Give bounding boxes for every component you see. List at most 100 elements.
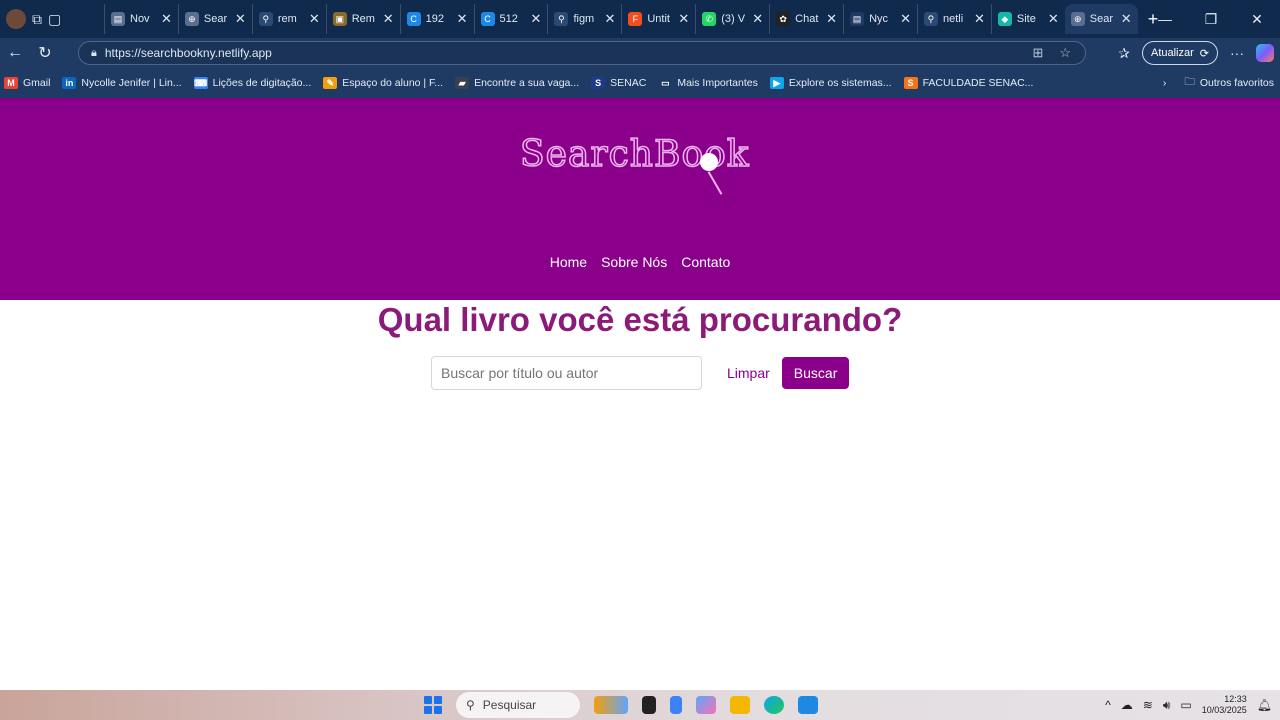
browser-toolbar: ← ↻ 🔒︎ https://searchbookny.netlify.app … — [0, 38, 1280, 68]
address-bar[interactable]: 🔒︎ https://searchbookny.netlify.app ⊞ ☆ — [78, 41, 1086, 65]
toolbar-right: ✰ Atualizar ⟳ ··· — [1118, 41, 1274, 65]
close-tab-icon[interactable]: ✕ — [531, 11, 542, 27]
vscode-icon[interactable] — [798, 696, 818, 714]
browser-tab[interactable]: ⚲ netli ✕ — [916, 4, 991, 34]
file-explorer-icon[interactable] — [730, 696, 750, 714]
address-bar-actions: ⊞ ☆ — [1032, 45, 1071, 61]
tab-title: Sear — [203, 13, 228, 25]
close-tab-icon[interactable]: ✕ — [900, 11, 911, 27]
bookmarks-bar-right: › 🗀︎ Outros favoritos — [1163, 68, 1274, 98]
bookmark-item[interactable]: in Nycolle Jenifer | Lin... — [62, 77, 182, 89]
bookmark-item[interactable]: ▭ Mais Importantes — [658, 77, 758, 89]
browser-tab[interactable]: ▤ Nyc ✕ — [843, 4, 917, 34]
senac-icon: S — [903, 77, 918, 89]
tab-title: Chat — [795, 13, 819, 25]
restore-button[interactable]: ❐ — [1188, 11, 1234, 28]
close-tab-icon[interactable]: ✕ — [161, 11, 172, 27]
browser-tab[interactable]: ✆ (3) V ✕ — [695, 4, 769, 34]
other-favorites[interactable]: 🗀︎ Outros favoritos — [1184, 74, 1274, 92]
copilot-icon[interactable] — [1256, 44, 1274, 62]
battery-icon[interactable]: ▭ — [1180, 698, 1191, 712]
notepad-icon[interactable] — [670, 696, 682, 714]
bookmark-item[interactable]: S SENAC — [591, 77, 646, 89]
close-tab-icon[interactable]: ✕ — [1121, 11, 1132, 27]
more-options-icon[interactable]: ··· — [1230, 45, 1244, 61]
browser-tab[interactable]: ⚲ figm ✕ — [547, 4, 621, 34]
system-tray: ^ ☁︎ ≋ 🔊︎ ▭ 12:33 10/03/2025 🔔︎ — [1105, 690, 1272, 720]
site-logo[interactable]: SearchBook — [519, 133, 760, 204]
tab-title: Nov — [130, 13, 150, 25]
search-icon: ⚲ — [554, 12, 569, 26]
volume-icon[interactable]: 🔊︎ — [1163, 698, 1171, 713]
bookmark-item[interactable]: ▰ Encontre a sua vaga... — [455, 77, 579, 89]
profile-avatar-icon[interactable] — [6, 9, 26, 29]
search-icon: ⚲ — [258, 12, 273, 26]
globe-icon: ⊕ — [184, 12, 199, 26]
close-tab-icon[interactable]: ✕ — [678, 11, 689, 27]
bookmark-item[interactable]: S FACULDADE SENAC... — [903, 77, 1033, 89]
close-tab-icon[interactable]: ✕ — [309, 11, 320, 27]
clock-time: 12:33 — [1224, 694, 1247, 704]
search-button[interactable]: Buscar — [781, 357, 850, 389]
browser-tab-strip: ⧉ ▢ ▤ Nov ✕ ⊕ Sear ✕ ⚲ rem ✕ ▣ Rem ✕ C 192 ✕ C 512 ✕ ⚲ figm… — [0, 0, 1280, 38]
chevron-up-icon[interactable]: ^ — [1105, 698, 1111, 712]
nav-about[interactable]: Sobre Nós — [601, 254, 667, 270]
copilot-app-icon[interactable] — [696, 696, 716, 714]
browser-tab[interactable]: ◆ Site ✕ — [990, 4, 1065, 34]
start-button[interactable] — [424, 696, 442, 714]
workspaces-icon[interactable]: ⧉ — [32, 11, 42, 28]
bookmark-item[interactable]: ⌨ Lições de digitação... — [193, 77, 311, 89]
chevron-right-icon[interactable]: › — [1163, 77, 1167, 89]
browser-tab[interactable]: ✿ Chat ✕ — [769, 4, 843, 34]
onedrive-icon[interactable]: ☁︎ — [1121, 698, 1133, 712]
tab-title: Sear — [1089, 13, 1114, 25]
update-button[interactable]: Atualizar ⟳ — [1141, 41, 1218, 65]
edge-icon[interactable] — [764, 696, 784, 714]
lock-icon: 🔒︎ — [91, 46, 97, 59]
close-tab-icon[interactable]: ✕ — [974, 11, 985, 27]
back-button[interactable]: ← — [0, 44, 30, 62]
close-tab-icon[interactable]: ✕ — [235, 11, 246, 27]
bookmark-item[interactable]: M Gmail — [4, 77, 50, 89]
tab-actions-icon[interactable]: ▢ — [48, 11, 61, 28]
close-tab-icon[interactable]: ✕ — [1048, 11, 1059, 27]
browser-tab[interactable]: ⊕ Sear ✕ — [1064, 4, 1138, 34]
wifi-icon[interactable]: ≋ — [1143, 698, 1153, 712]
netlify-icon: ◆ — [997, 12, 1012, 26]
tab-title: Nyc — [869, 13, 889, 25]
close-tab-icon[interactable]: ✕ — [383, 11, 394, 27]
search-input[interactable] — [431, 356, 702, 390]
task-view-icon[interactable] — [642, 696, 656, 714]
close-tab-icon[interactable]: ✕ — [457, 11, 468, 27]
clock[interactable]: 12:33 10/03/2025 — [1202, 694, 1247, 716]
browser-tab[interactable]: C 192 ✕ — [399, 4, 474, 34]
whatsapp-icon: ✆ — [702, 12, 717, 26]
pen-icon: ✎ — [323, 77, 338, 89]
bookmark-item[interactable]: ✎ Espaço do aluno | F... — [323, 77, 443, 89]
close-window-button[interactable]: ✕ — [1234, 11, 1280, 28]
browser-tab[interactable]: ▤ Nov ✕ — [104, 4, 178, 34]
notifications-icon[interactable]: 🔔︎ — [1257, 698, 1272, 712]
other-favorites-label: Outros favoritos — [1199, 77, 1274, 89]
taskbar-search[interactable]: ⚲ Pesquisar — [456, 692, 580, 718]
browser-tab[interactable]: ⊕ Sear ✕ — [177, 4, 252, 34]
clear-button[interactable]: Limpar — [727, 365, 770, 381]
close-tab-icon[interactable]: ✕ — [826, 11, 837, 27]
browser-tab[interactable]: F Untit ✕ — [621, 4, 695, 34]
browser-tab[interactable]: C 512 ✕ — [473, 4, 548, 34]
refresh-button[interactable]: ↻ — [30, 43, 60, 63]
favorites-list-icon[interactable]: ✰ — [1118, 45, 1130, 62]
nav-contact[interactable]: Contato — [681, 254, 730, 270]
nav-home[interactable]: Home — [550, 254, 587, 270]
browser-tab[interactable]: ⚲ rem ✕ — [251, 4, 326, 34]
browser-tab[interactable]: ▣ Rem ✕ — [325, 4, 400, 34]
c-icon: C — [480, 12, 495, 26]
widgets-icon[interactable] — [594, 696, 628, 714]
page-icon: ▤ — [111, 12, 125, 26]
favorite-star-icon[interactable]: ☆ — [1059, 45, 1071, 61]
minimize-button[interactable]: — — [1142, 11, 1188, 27]
bookmark-item[interactable]: ▶ Explore os sistemas... — [769, 77, 892, 89]
app-available-icon[interactable]: ⊞ — [1032, 45, 1043, 61]
close-tab-icon[interactable]: ✕ — [752, 11, 763, 27]
close-tab-icon[interactable]: ✕ — [604, 11, 615, 27]
